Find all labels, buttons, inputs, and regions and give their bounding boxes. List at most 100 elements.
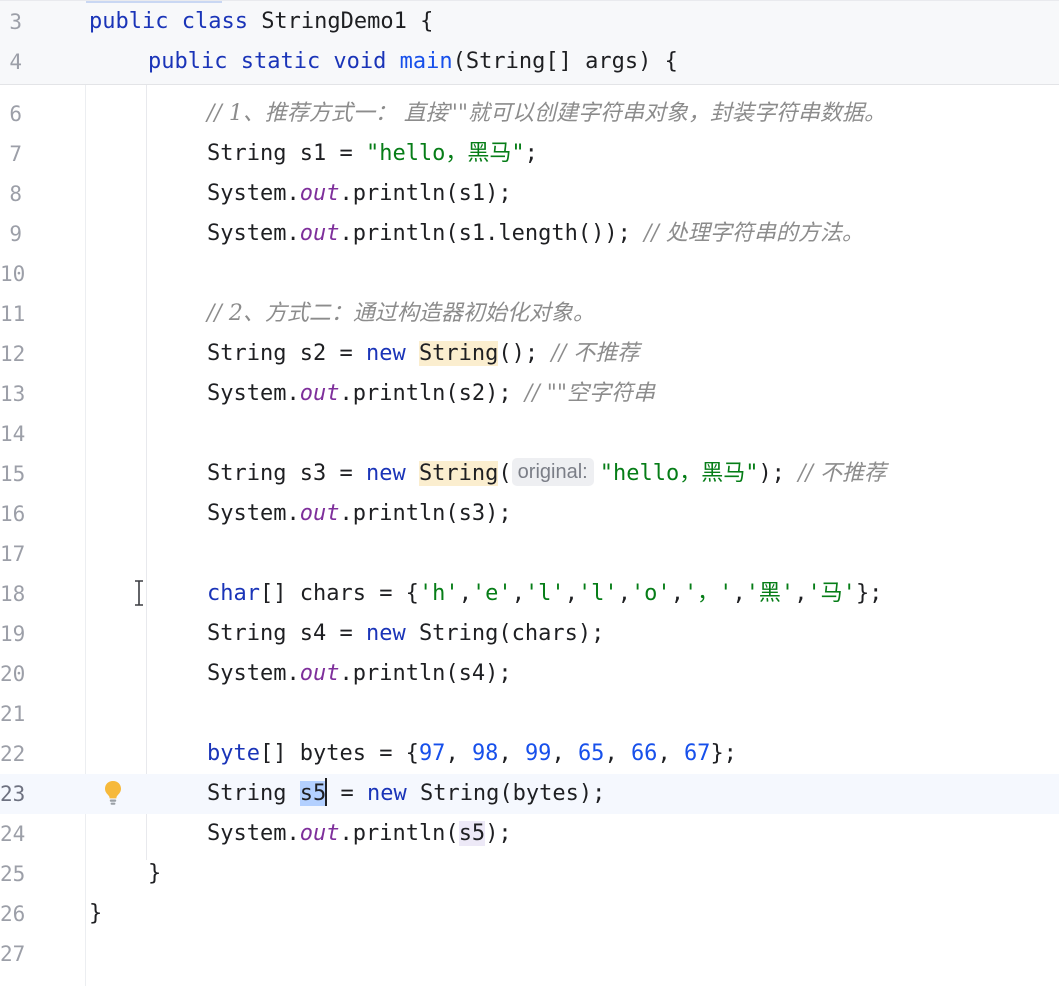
string-literal: 'l'	[524, 581, 565, 606]
line-number[interactable]: 3	[0, 2, 22, 42]
code-line[interactable]: 3 public class StringDemo1 {	[0, 2, 1059, 42]
line-number[interactable]: 8	[0, 174, 22, 214]
keyword-token: public static void	[148, 49, 400, 74]
code-line[interactable]: 15 String s3 = new String(original: "hello…	[0, 454, 1059, 494]
code-line[interactable]: 25}	[0, 854, 1059, 894]
code-line[interactable]: 11 // 2、方式二：通过构造器初始化对象。	[0, 294, 1059, 334]
code-token: String s1 =	[207, 141, 366, 166]
code-line[interactable]: 19 String s4 = new String(chars);	[0, 614, 1059, 654]
code-token: ,	[794, 581, 808, 606]
code-text[interactable]: public class StringDemo1 {	[89, 2, 433, 42]
line-number[interactable]: 13	[0, 374, 25, 414]
string-literal: '，'	[683, 581, 733, 606]
code-token: };	[710, 741, 737, 766]
code-line[interactable]: 26}	[0, 894, 1059, 934]
code-text[interactable]: String s1 = "hello，黑马";	[207, 134, 538, 174]
code-text[interactable]: String s2 = new String(); // 不推荐	[207, 334, 639, 374]
code-editor[interactable]: 3 public class StringDemo1 { 4 public stati…	[0, 0, 1059, 986]
code-token: ,	[657, 741, 684, 766]
line-number[interactable]: 19	[0, 614, 25, 654]
line-number[interactable]: 7	[0, 134, 22, 174]
code-text[interactable]: }	[148, 854, 161, 894]
code-line[interactable]: 17	[0, 534, 1059, 574]
keyword-token: new	[365, 621, 419, 646]
code-token: .println(s1.length());	[339, 221, 645, 246]
code-line[interactable]: 20 System.out.println(s4);	[0, 654, 1059, 694]
code-line[interactable]: 16 System.out.println(s3);	[0, 494, 1059, 534]
code-token: }	[148, 861, 162, 886]
comment-token: // 1、推荐方式一： 直接""就可以创建字符串对象，封装字符串数据。	[207, 101, 887, 126]
line-number[interactable]: 6	[0, 94, 22, 134]
code-token: ,	[511, 581, 525, 606]
code-text[interactable]: String s5 = new String(bytes);	[207, 774, 605, 814]
code-text[interactable]: System.out.println(s3);	[207, 494, 512, 534]
line-number[interactable]: 27	[0, 934, 25, 974]
sticky-scroll-header[interactable]: 3 public class StringDemo1 { 4 public stati…	[0, 0, 1059, 85]
code-line[interactable]: 23 String s5 = new String(bytes);	[0, 774, 1059, 814]
code-text[interactable]: System.out.println(s5);	[207, 814, 512, 854]
code-text[interactable]: byte[] bytes = {97, 98, 99, 65, 66, 67};	[207, 734, 737, 774]
code-token: String s3 =	[207, 461, 366, 486]
code-text[interactable]: // 2、方式二：通过构造器初始化对象。	[207, 294, 595, 334]
code-line[interactable]: 9 System.out.println(s1.length()); // 处理字…	[0, 214, 1059, 254]
code-line[interactable]: 22 byte[] bytes = {97, 98, 99, 65, 66, 67…	[0, 734, 1059, 774]
line-number[interactable]: 16	[0, 494, 25, 534]
code-token: .println(s1);	[339, 181, 512, 206]
line-number[interactable]: 14	[0, 414, 25, 454]
code-text[interactable]: }	[89, 894, 102, 934]
line-number[interactable]: 9	[0, 214, 22, 254]
code-text[interactable]: public static void main(String[] args) {	[148, 42, 678, 82]
line-number[interactable]: 15	[0, 454, 25, 494]
line-number[interactable]: 4	[0, 42, 22, 82]
code-token: [] bytes = {	[259, 741, 419, 766]
code-token: System.	[207, 221, 300, 246]
code-text[interactable]: char[] chars = {'h','e','l','l','o','，',…	[207, 574, 882, 614]
line-number[interactable]: 24	[0, 814, 25, 854]
code-token: System.	[207, 661, 300, 686]
comment-token: // 不推荐	[798, 461, 887, 486]
number-literal: 97	[418, 741, 446, 766]
code-line[interactable]: 10	[0, 254, 1059, 294]
code-text[interactable]: System.out.println(s1);	[207, 174, 512, 214]
code-line[interactable]: 27	[0, 934, 1059, 974]
number-literal: 65	[577, 741, 605, 766]
line-number[interactable]: 22	[0, 734, 25, 774]
code-token: String s2 =	[207, 341, 366, 366]
code-line[interactable]: 7 String s1 = "hello，黑马";	[0, 134, 1059, 174]
line-number[interactable]: 20	[0, 654, 25, 694]
code-text[interactable]: String s3 = new String(original: "hello，黑…	[207, 454, 886, 494]
lightbulb-icon[interactable]	[104, 780, 122, 806]
line-number[interactable]: 11	[0, 294, 25, 334]
keyword-token: public class	[89, 9, 262, 34]
code-line[interactable]: 21	[0, 694, 1059, 734]
line-number[interactable]: 17	[0, 534, 25, 574]
code-line[interactable]: 8 System.out.println(s1);	[0, 174, 1059, 214]
code-text[interactable]: String s4 = new String(chars);	[207, 614, 604, 654]
line-number[interactable]: 25	[0, 854, 25, 894]
line-number[interactable]: 23	[0, 774, 25, 814]
code-line[interactable]: 14	[0, 414, 1059, 454]
code-text[interactable]: System.out.println(s1.length()); // 处理字符…	[207, 214, 864, 254]
line-number[interactable]: 18	[0, 574, 25, 614]
code-line[interactable]: 24 System.out.println(s5);	[0, 814, 1059, 854]
code-token: String(chars);	[418, 621, 605, 646]
code-text[interactable]: System.out.println(s4);	[207, 654, 512, 694]
string-literal: 'l'	[577, 581, 618, 606]
line-number[interactable]: 12	[0, 334, 25, 374]
code-line[interactable]: 12 String s2 = new String(); // 不推荐	[0, 334, 1059, 374]
code-text[interactable]: // 1、推荐方式一： 直接""就可以创建字符串对象，封装字符串数据。	[207, 94, 886, 134]
line-number[interactable]: 10	[0, 254, 25, 294]
code-line[interactable]: 6 // 1、推荐方式一： 直接""就可以创建字符串对象，封装字符串数据。	[0, 94, 1059, 134]
line-number[interactable]: 21	[0, 694, 25, 734]
string-literal: 'e'	[471, 581, 512, 606]
comment-token: // ""空字符串	[524, 381, 655, 406]
code-line[interactable]: 4 public static void main(String[] args) …	[0, 42, 1059, 82]
string-literal: "hello，黑马"	[365, 141, 525, 166]
line-number[interactable]: 26	[0, 894, 25, 934]
code-line[interactable]: 13 System.out.println(s2); // ""空字符串	[0, 374, 1059, 414]
static-field-token: out	[299, 821, 340, 846]
code-token: ,	[445, 741, 472, 766]
code-line[interactable]: 18 char[] chars = {'h','e','l','l','o','，…	[0, 574, 1059, 614]
identifier-usage-highlight: s5	[458, 821, 486, 846]
code-text[interactable]: System.out.println(s2); // ""空字符串	[207, 374, 655, 414]
